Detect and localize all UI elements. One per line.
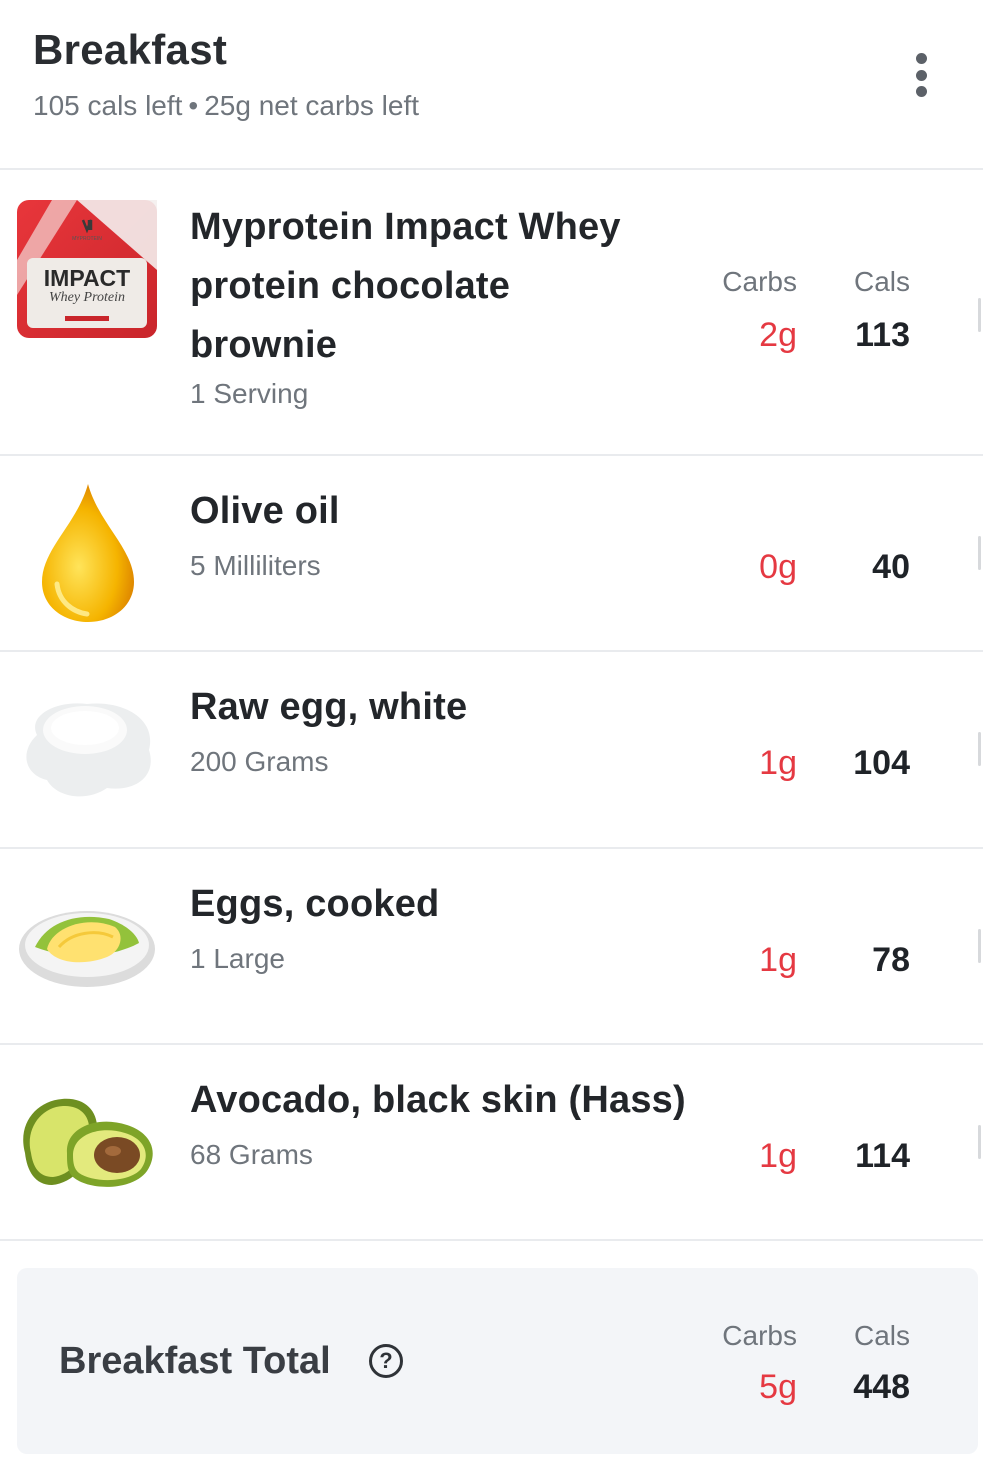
omelette-icon <box>17 877 157 1017</box>
food-portion: 5 Milliliters <box>190 550 321 581</box>
carbs-value: 1g <box>759 1137 797 1175</box>
food-name: Avocado, black skin (Hass) <box>190 1079 686 1121</box>
meal-header: Breakfast 105 cals left • 25g net carbs le… <box>0 0 983 170</box>
whey-protein-pack-icon: MYPROTEIN IMPACT Whey Protein <box>17 200 157 340</box>
cals-value: 114 <box>855 1137 910 1175</box>
egg-white-icon <box>17 680 157 820</box>
oil-drop-icon <box>17 484 157 624</box>
cals-value: 78 <box>872 941 910 979</box>
carbs-value: 1g <box>759 744 797 782</box>
cals-column-label: Cals <box>853 266 910 297</box>
separator-dot: • <box>188 90 199 121</box>
food-portion: 1 Serving <box>190 378 309 409</box>
cals-value: 40 <box>872 548 910 586</box>
cals-value: 113 <box>855 316 910 354</box>
row-edge-handle <box>978 1125 981 1159</box>
food-name: Eggs, cooked <box>190 883 440 925</box>
cals-value: 104 <box>853 744 910 782</box>
carbs-column-label: Carbs <box>722 266 797 297</box>
meal-title: Breakfast <box>33 26 228 73</box>
avocado-icon <box>17 1073 157 1213</box>
meal-total-label: Breakfast Total <box>59 1340 331 1382</box>
food-item-row[interactable]: Avocado, black skin (Hass) 68 Grams 1g 1… <box>0 1045 983 1241</box>
carbs-value: 1g <box>759 941 797 979</box>
food-portion: 200 Grams <box>190 746 329 777</box>
cals-left-text: 105 cals left <box>33 90 183 121</box>
carbs-left-text: 25g net carbs left <box>204 90 420 121</box>
pack-title: IMPACT <box>44 265 130 291</box>
total-carbs-label: Carbs <box>722 1320 797 1351</box>
carbs-value: 0g <box>759 548 797 586</box>
total-cals-label: Cals <box>853 1320 910 1351</box>
row-edge-handle <box>978 536 981 570</box>
food-item-row[interactable]: Olive oil 5 Milliliters 0g 40 <box>0 456 983 652</box>
food-item-row[interactable]: MYPROTEIN IMPACT Whey Protein Myprotein … <box>0 172 983 456</box>
food-item-row[interactable]: Raw egg, white 200 Grams 1g 104 <box>0 652 983 849</box>
total-cals-value: 448 <box>853 1368 910 1406</box>
row-edge-handle <box>978 732 981 766</box>
food-portion: 1 Large <box>190 943 285 974</box>
row-edge-handle <box>978 298 981 332</box>
food-portion: 68 Grams <box>190 1139 313 1170</box>
food-item-row[interactable]: Eggs, cooked 1 Large 1g 78 <box>0 849 983 1045</box>
food-name: Olive oil <box>190 490 340 532</box>
pack-brand: MYPROTEIN <box>72 236 102 242</box>
food-name: Raw egg, white <box>190 686 468 728</box>
pack-subtitle: Whey Protein <box>49 290 125 305</box>
meal-remaining-summary: 105 cals left • 25g net carbs left <box>33 90 419 122</box>
more-options-icon[interactable] <box>904 50 938 100</box>
carbs-value: 2g <box>759 316 797 354</box>
meal-total-card: Breakfast Total ? Carbs Cals 5g 448 <box>17 1268 978 1454</box>
row-edge-handle <box>978 929 981 963</box>
food-name: Myprotein Impact Whey protein chocolate … <box>190 206 621 366</box>
help-icon[interactable]: ? <box>369 1344 403 1378</box>
total-carbs-value: 5g <box>759 1368 797 1406</box>
